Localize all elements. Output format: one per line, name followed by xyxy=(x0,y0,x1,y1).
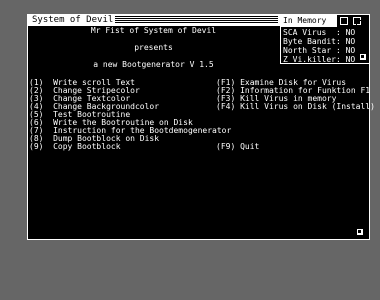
status-north-star: North Star : NO xyxy=(283,46,356,55)
menu-item-f4[interactable]: (F4) Kill Virus on Disk (Install) xyxy=(216,102,375,111)
window-titlebar[interactable]: System of Devil xyxy=(27,14,280,26)
titlebar-drag-area[interactable] xyxy=(98,16,278,24)
panel-resize-icon[interactable] xyxy=(359,53,367,61)
depth-front-icon[interactable] xyxy=(352,16,362,26)
window-title: System of Devil xyxy=(30,15,116,25)
depth-back-icon[interactable] xyxy=(339,16,349,26)
menu-item-f9[interactable]: (F9) Quit xyxy=(216,142,259,151)
header-author: Mr Fist of System of Devil xyxy=(90,26,217,35)
status-byte-bandit: Byte Bandit: NO xyxy=(283,37,356,46)
header-presents: presents xyxy=(134,43,173,52)
header-product: a new Bootgenerator V 1.5 xyxy=(93,60,214,69)
window-resize-icon[interactable] xyxy=(356,228,364,236)
panel-title: In Memory xyxy=(281,15,337,27)
virus-memory-panel: In Memory SCA Virus : NO Byte Bandit: NO… xyxy=(280,14,370,64)
status-sca: SCA Virus : NO xyxy=(283,28,356,37)
menu-item-9[interactable]: (9) Copy Bootblock xyxy=(29,142,121,151)
status-z-vi-killer: Z Vi.killer: NO xyxy=(283,55,356,64)
